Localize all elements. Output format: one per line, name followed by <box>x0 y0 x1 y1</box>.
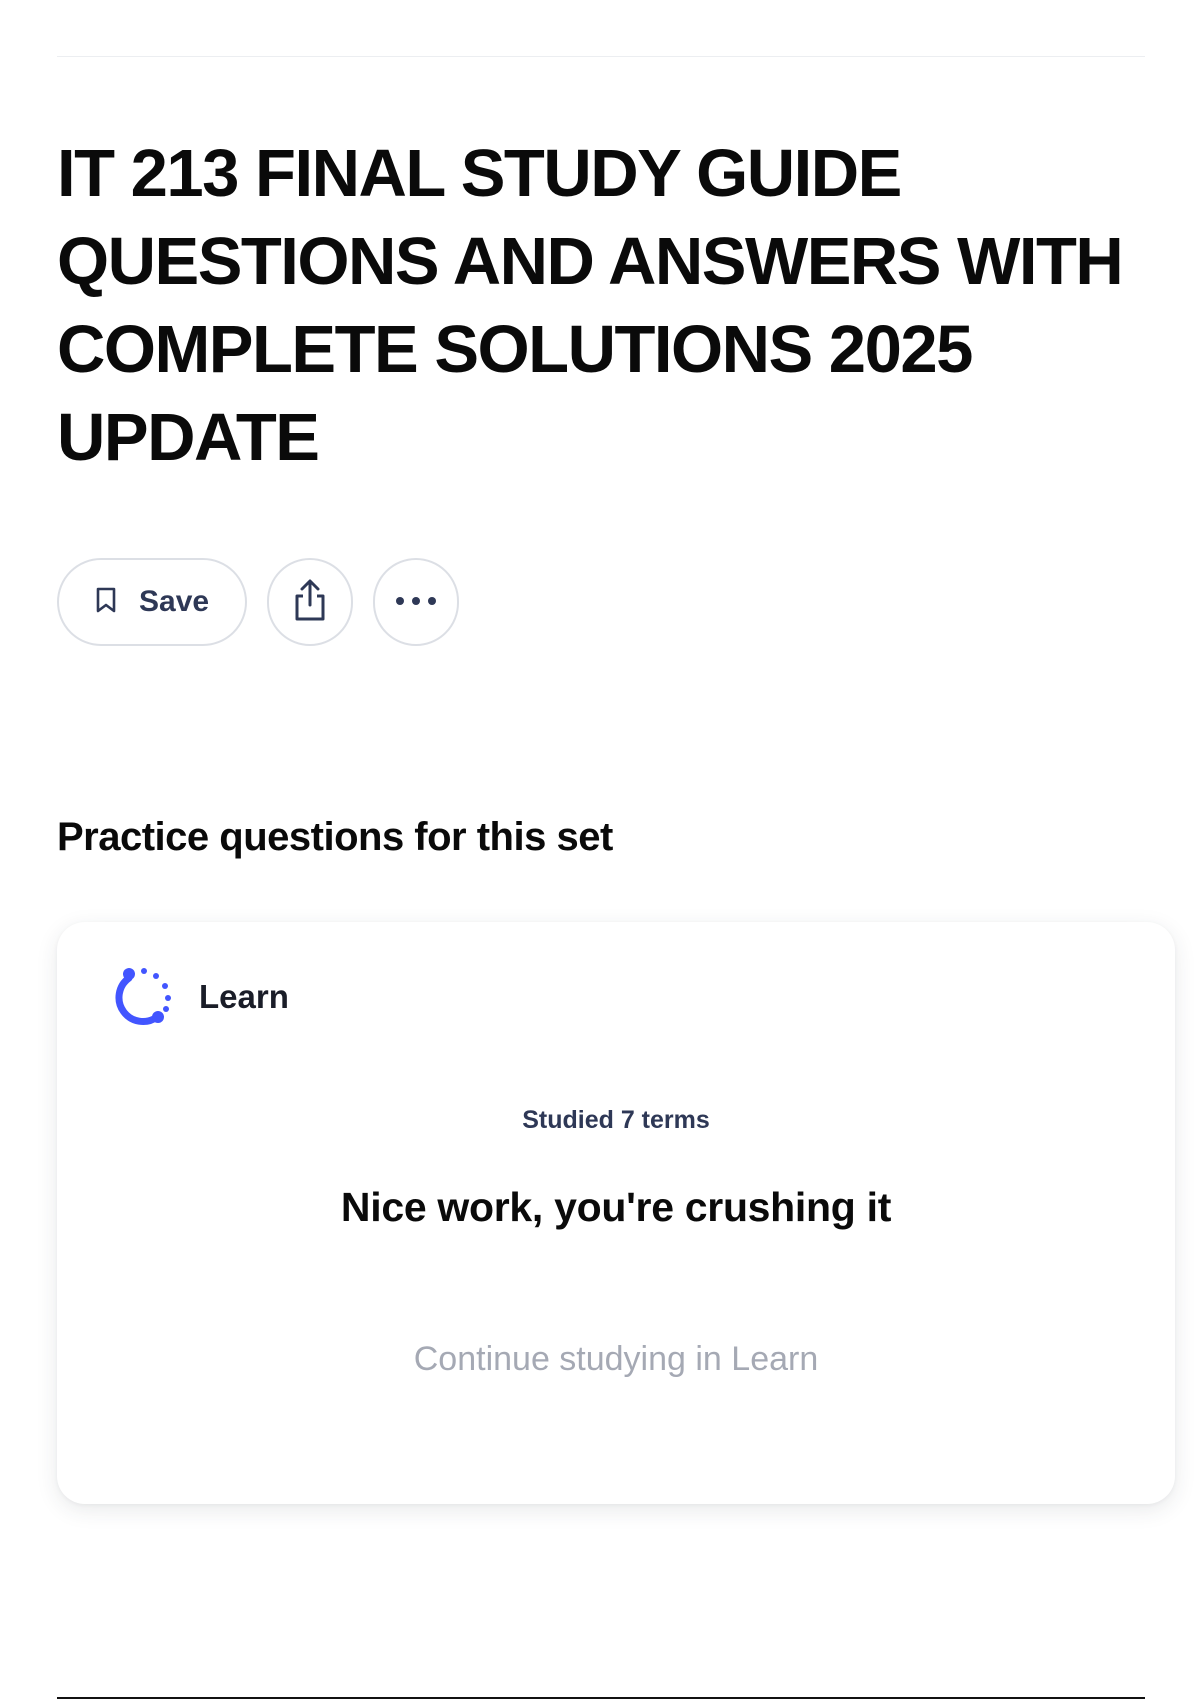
bookmark-icon <box>95 586 117 619</box>
learn-card-header: Learn <box>113 962 289 1031</box>
more-options-icon <box>394 593 438 611</box>
continue-learn-link[interactable]: Continue studying in Learn <box>57 1340 1175 1379</box>
bottom-divider <box>57 1697 1145 1699</box>
share-icon <box>291 578 329 627</box>
encouragement-message: Nice work, you're crushing it <box>340 1184 892 1230</box>
save-button[interactable]: Save <box>57 558 247 646</box>
practice-heading: Practice questions for this set <box>57 815 613 859</box>
learn-card[interactable]: Learn Studied 7 terms Nice work, you're … <box>57 922 1175 1504</box>
top-divider <box>57 56 1145 57</box>
action-bar: Save <box>57 558 459 646</box>
save-label: Save <box>139 585 210 618</box>
learn-mode-label: Learn <box>199 977 289 1015</box>
study-set-page: IT 213 FINAL STUDY GUIDE QUESTIONS AND A… <box>0 0 1200 1700</box>
studied-terms-count: Studied 7 terms <box>522 1106 710 1134</box>
more-options-button[interactable] <box>373 558 459 646</box>
share-button[interactable] <box>267 558 353 646</box>
page-title: IT 213 FINAL STUDY GUIDE QUESTIONS AND A… <box>57 136 1124 475</box>
learn-progress-icon <box>113 962 177 1031</box>
